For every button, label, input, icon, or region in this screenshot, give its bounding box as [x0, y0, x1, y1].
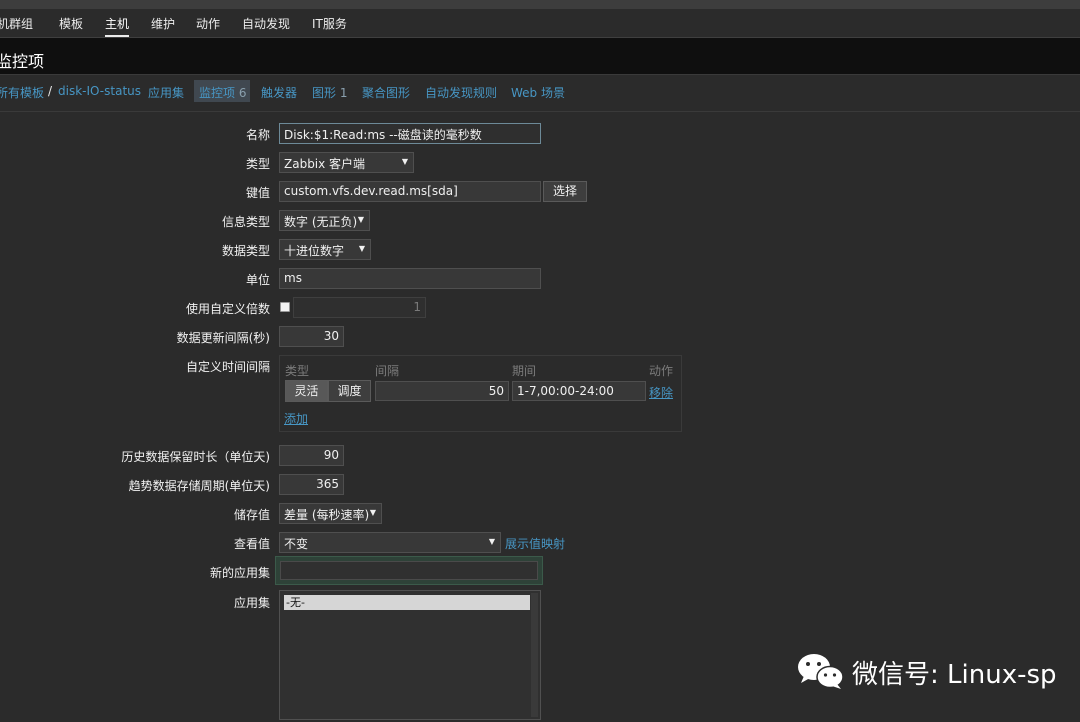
- key-label: 键值: [245, 186, 270, 200]
- info-type-label: 信息类型: [221, 215, 270, 229]
- multiplier-input[interactable]: 1: [293, 297, 426, 318]
- ci-header-type: 类型: [285, 364, 310, 378]
- show-value-value: 不变: [284, 537, 309, 551]
- applications-label: 应用集: [233, 596, 270, 610]
- discovery-rules-tab[interactable]: 自动发现规则: [425, 84, 497, 101]
- applications-option-none[interactable]: -无-: [284, 595, 530, 610]
- name-label: 名称: [245, 128, 270, 142]
- ci-flexible-button[interactable]: 灵活: [285, 380, 328, 402]
- chevron-down-icon: ▼: [357, 215, 364, 224]
- store-value-label: 储存值: [233, 508, 270, 522]
- ci-scheduling-button[interactable]: 调度: [328, 380, 371, 402]
- breadcrumb-separator: /: [48, 84, 53, 98]
- menu-hosts[interactable]: 主机: [105, 15, 129, 32]
- new-application-label: 新的应用集: [209, 566, 270, 580]
- type-label: 类型: [245, 157, 270, 171]
- show-value-select[interactable]: 不变 ▼: [279, 532, 501, 553]
- top-strip: [0, 0, 1080, 9]
- template-name-link[interactable]: disk-IO-status: [58, 84, 141, 98]
- new-application-input[interactable]: [280, 561, 538, 580]
- history-input[interactable]: 90: [279, 445, 344, 466]
- show-value-label: 查看值: [233, 537, 270, 551]
- title-bar: 监控项: [0, 38, 1080, 75]
- custom-intervals-table: 类型 间隔 期间 动作 灵活 调度 50 1-7,00:00-24:00 移除 …: [279, 355, 682, 432]
- chevron-down-icon: ▼: [369, 508, 376, 517]
- all-templates-link[interactable]: 所有模板: [0, 84, 44, 101]
- menu-templates[interactable]: 模板: [59, 15, 83, 32]
- info-type-value: 数字 (无正负): [284, 215, 358, 229]
- screens-tab[interactable]: 聚合图形: [362, 84, 410, 101]
- interval-label: 数据更新间隔(秒): [176, 331, 270, 345]
- ci-header-interval: 间隔: [375, 364, 400, 378]
- store-value-value: 差量 (每秒速率): [284, 508, 370, 522]
- info-type-select[interactable]: 数字 (无正负) ▼: [279, 210, 370, 231]
- menu-maintenance[interactable]: 维护: [151, 15, 175, 32]
- menu-discovery[interactable]: 自动发现: [242, 15, 290, 32]
- wechat-watermark: 微信号: Linux-sp: [796, 652, 1057, 693]
- data-type-value: 十进位数字: [284, 244, 345, 258]
- new-application-highlight: [275, 556, 543, 585]
- chevron-down-icon: ▼: [401, 157, 408, 166]
- items-tab-label: 监控项: [199, 86, 236, 100]
- template-subnav: 所有模板 / disk-IO-status 应用集 监控项 6 触发器 图形 1…: [0, 75, 1080, 112]
- wechat-icon: [798, 654, 844, 689]
- graphs-tab[interactable]: 图形 1: [312, 84, 347, 101]
- units-label: 单位: [245, 273, 270, 287]
- menu-it-services[interactable]: IT服务: [312, 15, 347, 32]
- graphs-count: 1: [339, 86, 348, 100]
- multiplier-label: 使用自定义倍数: [185, 302, 270, 316]
- chevron-down-icon: ▼: [358, 244, 365, 253]
- ci-interval-input[interactable]: 50: [375, 381, 509, 401]
- multiplier-checkbox[interactable]: [280, 302, 290, 312]
- key-input[interactable]: custom.vfs.dev.read.ms[sda]: [279, 181, 541, 202]
- type-select[interactable]: Zabbix 客户端 ▼: [279, 152, 414, 173]
- main-menu: 机群组 模板 主机 维护 动作 自动发现 IT服务: [0, 9, 1080, 38]
- page-title: 监控项: [0, 52, 45, 71]
- interval-input[interactable]: 30: [279, 326, 344, 347]
- triggers-tab[interactable]: 触发器: [261, 84, 297, 101]
- trends-label: 趋势数据存储周期(单位天): [128, 479, 270, 493]
- type-select-value: Zabbix 客户端: [284, 157, 366, 171]
- trends-input[interactable]: 365: [279, 474, 344, 495]
- listbox-scrollbar[interactable]: [531, 593, 538, 717]
- ci-remove-link[interactable]: 移除: [649, 384, 673, 401]
- items-count: 6: [238, 86, 247, 100]
- name-input[interactable]: Disk:$1:Read:ms --磁盘读的毫秒数: [279, 123, 541, 144]
- history-label: 历史数据保留时长（单位天): [121, 450, 270, 464]
- units-input[interactable]: ms: [279, 268, 541, 289]
- show-value-mappings-link[interactable]: 展示值映射: [505, 535, 565, 552]
- ci-period-input[interactable]: 1-7,00:00-24:00: [512, 381, 646, 401]
- ci-add-link[interactable]: 添加: [284, 410, 308, 427]
- applications-listbox[interactable]: -无-: [279, 590, 541, 720]
- custom-intervals-label: 自定义时间间隔: [185, 360, 270, 374]
- ci-header-action: 动作: [649, 364, 674, 378]
- menu-host-groups[interactable]: 机群组: [0, 15, 33, 32]
- active-menu-underline: [105, 35, 129, 37]
- ci-header-period: 期间: [512, 364, 537, 378]
- chevron-down-icon: ▼: [488, 537, 495, 546]
- store-value-select[interactable]: 差量 (每秒速率) ▼: [279, 503, 382, 524]
- data-type-select[interactable]: 十进位数字 ▼: [279, 239, 371, 260]
- watermark-text: 微信号: Linux-sp: [852, 660, 1057, 690]
- web-scenarios-tab[interactable]: Web 场景: [511, 84, 565, 101]
- applications-tab[interactable]: 应用集: [148, 84, 184, 101]
- menu-actions[interactable]: 动作: [196, 15, 220, 32]
- graphs-tab-label: 图形: [312, 86, 337, 100]
- key-select-button[interactable]: 选择: [543, 181, 587, 202]
- items-tab[interactable]: 监控项 6: [199, 84, 246, 101]
- data-type-label: 数据类型: [221, 244, 270, 258]
